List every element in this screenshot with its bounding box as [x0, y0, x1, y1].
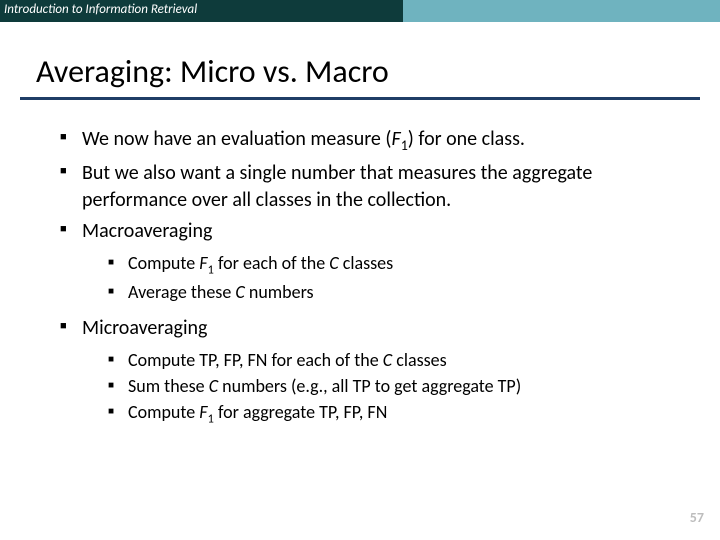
text: ) for one class.: [408, 127, 525, 151]
top-bar-accent: [403, 0, 720, 22]
var-C: C: [383, 349, 392, 371]
var-F: F: [391, 127, 400, 151]
bullet-item: Macroaveraging Compute F1 for each of th…: [60, 218, 680, 305]
bullet-item: We now have an evaluation measure (F1) f…: [60, 126, 680, 156]
sub-1: 1: [401, 137, 408, 154]
text: classes: [339, 252, 394, 274]
sub-bullet-item: Average these C numbers: [108, 280, 680, 304]
sub-bullet-item: Compute F1 for aggregate TP, FP, FN: [108, 400, 680, 428]
top-bar: Introduction to Information Retrieval: [0, 0, 720, 22]
page-number: 57: [690, 509, 704, 526]
text: for each of the: [214, 252, 329, 274]
text: Compute: [128, 401, 199, 423]
text: We now have an evaluation measure (: [82, 127, 391, 151]
text: Compute TP, FP, FN for each of the: [128, 349, 383, 371]
bullet-item: Microaveraging Compute TP, FP, FN for ea…: [60, 315, 680, 428]
text: Average these: [128, 281, 235, 303]
text: numbers: [245, 281, 314, 303]
sub-bullet-item: Compute F1 for each of the C classes: [108, 251, 680, 279]
text: Macroaveraging: [82, 219, 212, 243]
course-title: Introduction to Information Retrieval: [0, 0, 403, 22]
slide: Introduction to Information Retrieval Av…: [0, 0, 720, 540]
text: numbers (e.g., all TP to get aggregate T…: [218, 375, 521, 397]
text: classes: [392, 349, 447, 371]
sub-bullet-item: Compute TP, FP, FN for each of the C cla…: [108, 348, 680, 372]
sub-bullet-list: Compute F1 for each of the C classes Ave…: [108, 251, 680, 305]
bullet-list: We now have an evaluation measure (F1) f…: [60, 126, 680, 428]
var-C: C: [329, 252, 338, 274]
var-C: C: [235, 281, 244, 303]
bullet-item: But we also want a single number that me…: [60, 160, 680, 214]
var-F: F: [199, 401, 207, 423]
slide-content: We now have an evaluation measure (F1) f…: [0, 100, 720, 428]
var-F: F: [199, 252, 207, 274]
sub-bullet-list: Compute TP, FP, FN for each of the C cla…: [108, 348, 680, 428]
text: Compute: [128, 252, 199, 274]
text: Sum these: [128, 375, 209, 397]
sub-bullet-item: Sum these C numbers (e.g., all TP to get…: [108, 374, 680, 398]
text: Microaveraging: [82, 316, 207, 340]
text: for aggregate TP, FP, FN: [214, 401, 387, 423]
var-C: C: [209, 375, 218, 397]
slide-title: Averaging: Micro vs. Macro: [36, 52, 720, 91]
